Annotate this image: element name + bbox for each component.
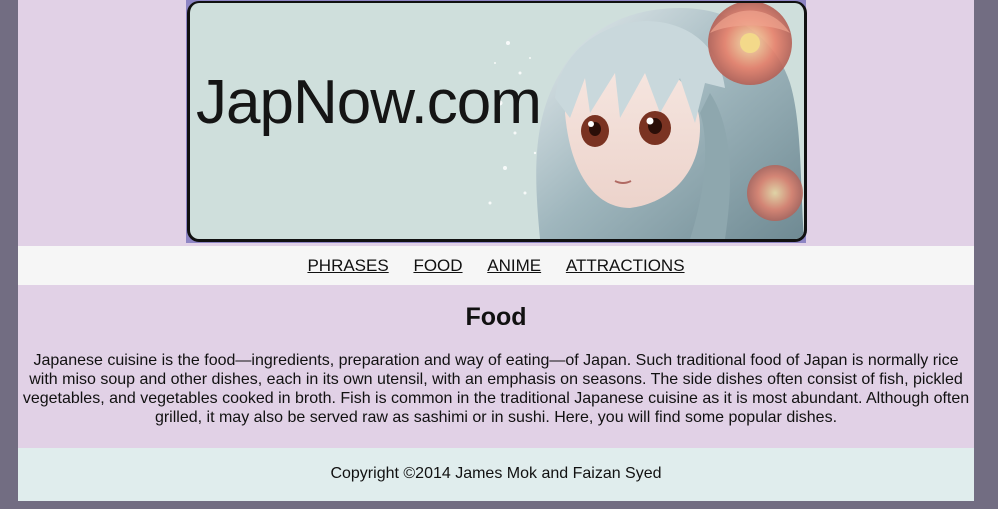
- page-container: JapNow.com PHRASES FOOD ANIME ATTRACTION…: [18, 0, 974, 501]
- site-logo-text: JapNow.com: [196, 68, 542, 137]
- nav-link-attractions[interactable]: ATTRACTIONS: [566, 256, 685, 275]
- nav-list: PHRASES FOOD ANIME ATTRACTIONS: [297, 256, 694, 276]
- footer: Copyright ©2014 James Mok and Faizan Sye…: [18, 448, 974, 501]
- intro-paragraph: Japanese cuisine is the food—ingredients…: [22, 352, 970, 426]
- page-title: Food: [465, 303, 527, 331]
- header-banner: JapNow.com: [186, 0, 807, 243]
- banner-image: JapNow.com: [187, 1, 807, 242]
- nav-link-phrases[interactable]: PHRASES: [307, 256, 388, 275]
- main-navigation: PHRASES FOOD ANIME ATTRACTIONS: [18, 246, 974, 285]
- copyright-text: Copyright ©2014 James Mok and Faizan Sye…: [330, 465, 662, 482]
- nav-link-food[interactable]: FOOD: [413, 256, 462, 275]
- nav-link-anime[interactable]: ANIME: [487, 256, 541, 275]
